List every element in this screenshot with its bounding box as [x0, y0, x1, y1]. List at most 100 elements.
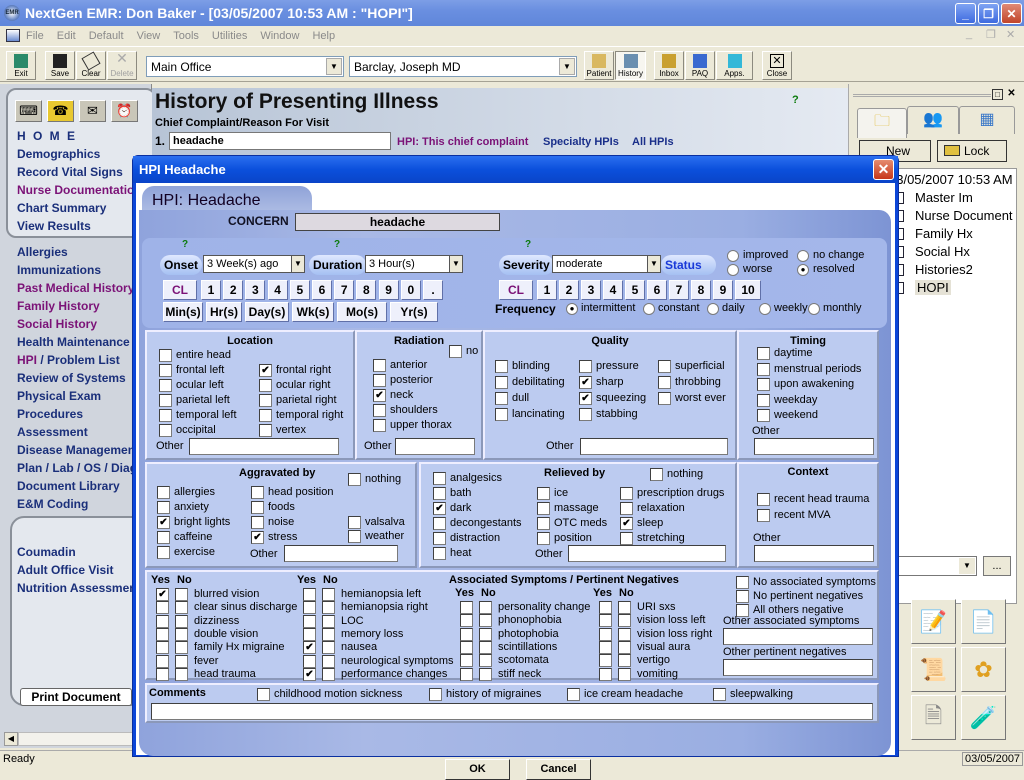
history-button[interactable]: History [615, 51, 646, 80]
radiation-no-checkbox[interactable] [449, 345, 462, 358]
context-other-input[interactable] [754, 545, 874, 562]
menu-edit[interactable]: Edit [57, 30, 76, 42]
aggravated-exercise-checkbox[interactable] [157, 546, 170, 559]
assoc-head-trauma-yes-checkbox[interactable] [156, 667, 169, 681]
severity-keypad-6[interactable]: 6 [647, 280, 667, 300]
menu-default[interactable]: Default [89, 30, 124, 42]
assoc-fever-no-checkbox[interactable] [175, 654, 188, 668]
timing-daytime-checkbox[interactable] [757, 347, 770, 360]
help-icon[interactable]: ? [792, 94, 799, 106]
assoc-dizziness-yes-checkbox[interactable] [156, 614, 169, 628]
location-ocular-right-checkbox[interactable] [259, 379, 272, 392]
quality-debilitating-checkbox[interactable] [495, 376, 508, 389]
assoc-neurological-symptoms-no-checkbox[interactable] [322, 654, 335, 668]
assoc-neurological-symptoms-yes-checkbox[interactable] [303, 654, 316, 668]
status-improved-radio[interactable] [727, 250, 739, 262]
other-neg-input[interactable] [723, 659, 873, 676]
radiation-posterior-checkbox[interactable] [373, 374, 386, 387]
assoc-blurred-vision-yes-checkbox[interactable]: ✔ [156, 588, 169, 601]
relieved-otc-meds-checkbox[interactable] [537, 517, 550, 530]
location-occipital-checkbox[interactable] [159, 424, 172, 437]
nav-view-results[interactable]: View Results [17, 219, 151, 233]
location-ocular-left-checkbox[interactable] [159, 379, 172, 392]
quality-sharp-checkbox[interactable]: ✔ [579, 376, 592, 389]
all-hpis-link[interactable]: All HPIs [632, 136, 674, 148]
aggravated-stress-checkbox[interactable]: ✔ [251, 531, 264, 544]
assoc-visual-aura-yes-checkbox[interactable] [599, 640, 612, 654]
assoc-scintillations-yes-checkbox[interactable] [460, 640, 473, 654]
doc-master-im[interactable]: Master Im [915, 190, 973, 205]
relieved-decongestants-checkbox[interactable] [433, 517, 446, 530]
keyboard-icon[interactable]: ⌨ [15, 100, 42, 122]
lab-tubes-button[interactable]: 🧪 [961, 695, 1006, 740]
aggravated-nothing-checkbox[interactable] [348, 473, 361, 486]
onset-keypad-2[interactable]: 2 [223, 280, 244, 300]
delete-button[interactable]: ✕ Delete [107, 51, 137, 80]
relieved-nothing-checkbox[interactable] [650, 468, 663, 481]
menu-window[interactable]: Window [260, 30, 299, 42]
assoc-uri-sxs-no-checkbox[interactable] [618, 601, 631, 614]
timing-weekday-checkbox[interactable] [757, 393, 770, 407]
assoc-scotomata-yes-checkbox[interactable] [460, 654, 473, 668]
assoc-double-vision-no-checkbox[interactable] [175, 627, 188, 641]
other-assoc-input[interactable] [723, 628, 873, 645]
assoc-scintillations-no-checkbox[interactable] [479, 640, 492, 654]
radiation-shoulders-checkbox[interactable] [373, 404, 386, 417]
quality-other-input[interactable] [580, 438, 728, 455]
assoc-vomiting-no-checkbox[interactable] [618, 667, 631, 681]
print-document-button[interactable]: Print Document [20, 688, 132, 706]
doc-social-hx[interactable]: Social Hx [915, 244, 970, 259]
onset-keypad-dot[interactable]: . [423, 280, 443, 300]
assoc-hemianopsia-left-no-checkbox[interactable] [322, 588, 335, 601]
mdi-minimize-icon[interactable]: _ [966, 28, 972, 40]
nav-coumadin[interactable]: Coumadin [17, 545, 151, 559]
minimize-button[interactable]: _ [955, 3, 976, 24]
comments-childhood-motion-sickness-checkbox[interactable] [257, 688, 270, 701]
relieved-dark-checkbox[interactable]: ✔ [433, 502, 446, 515]
relieved-distraction-checkbox[interactable] [433, 532, 446, 545]
restore-button[interactable]: ❐ [978, 3, 999, 24]
nav-review-of-systems[interactable]: Review of Systems [17, 371, 151, 385]
assoc-personality-change-yes-checkbox[interactable] [460, 601, 473, 614]
assoc-nausea-yes-checkbox[interactable]: ✔ [303, 641, 316, 655]
location-parietal-left-checkbox[interactable] [159, 394, 172, 407]
browse-button[interactable]: ... [983, 556, 1011, 576]
context-recent-head-trauma-checkbox[interactable] [757, 493, 770, 506]
radiation-neck-checkbox[interactable]: ✔ [373, 389, 386, 402]
relieved-massage-checkbox[interactable] [537, 502, 550, 515]
assoc-vertigo-yes-checkbox[interactable] [599, 654, 612, 668]
pane-close-icon[interactable]: ✕ [1006, 89, 1017, 100]
aggravated-weather-checkbox[interactable] [348, 530, 361, 543]
severity-keypad-1[interactable]: 1 [537, 280, 557, 300]
timing-upon-awakening-checkbox[interactable] [757, 378, 770, 391]
assoc-visual-aura-no-checkbox[interactable] [618, 640, 631, 654]
nav-hpi-link[interactable]: HPI [17, 353, 37, 367]
nav-plan-lab-os-diagnostics[interactable]: Plan / Lab / OS / Diagnostics [17, 461, 151, 475]
quality-stabbing-checkbox[interactable] [579, 408, 592, 421]
severity-keypad-5[interactable]: 5 [625, 280, 645, 300]
hpi-this-complaint-link[interactable]: HPI: This chief complaint [397, 136, 528, 148]
timing-other-input[interactable] [754, 438, 874, 455]
comments-input[interactable] [151, 703, 873, 720]
assoc-photophobia-no-checkbox[interactable] [479, 627, 492, 641]
telephone-icon[interactable]: ☎ [47, 100, 74, 122]
location-entire-head-checkbox[interactable] [159, 349, 172, 362]
relieved-ice-checkbox[interactable] [537, 487, 550, 500]
scroll-left-button[interactable]: ◀ [4, 732, 18, 746]
nav-chart-summary[interactable]: Chart Summary [17, 201, 151, 215]
dialog-close-button[interactable]: ✕ [873, 159, 894, 180]
nav-procedures[interactable]: Procedures [17, 407, 151, 421]
onset-keypad-8[interactable]: 8 [356, 280, 377, 300]
radiation-anterior-checkbox[interactable] [373, 359, 386, 372]
menu-view[interactable]: View [137, 30, 161, 42]
aggravated-head-position-checkbox[interactable] [251, 486, 264, 499]
severity-keypad-3[interactable]: 3 [581, 280, 601, 300]
nav-demographics[interactable]: Demographics [17, 147, 151, 161]
doc-family-hx[interactable]: Family Hx [915, 226, 973, 241]
frequency-monthly-radio[interactable] [808, 303, 820, 315]
nav-e-m-coding[interactable]: E&M Coding [17, 497, 151, 511]
save-button[interactable]: Save [45, 51, 75, 80]
onset-help-icon[interactable]: ? [182, 239, 188, 250]
letter-icon[interactable]: ✉ [79, 100, 106, 122]
document-edit-button[interactable]: 📝 [911, 599, 956, 644]
